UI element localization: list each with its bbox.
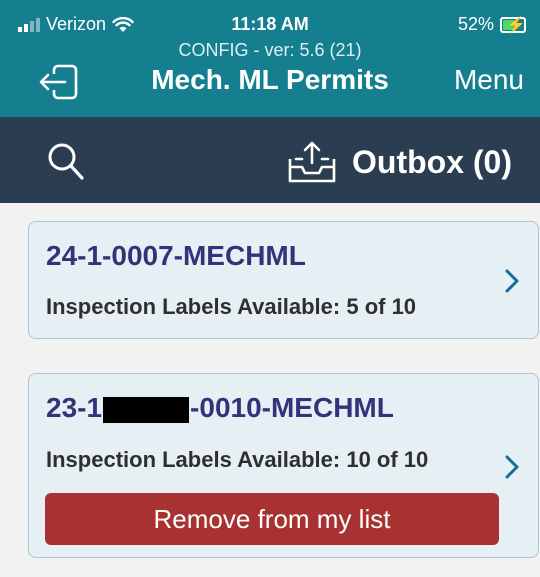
config-version: CONFIG - ver: 5.6 (21) [178, 40, 362, 60]
permit-id: 23-1 -0010-MECHML [46, 392, 394, 424]
permit-id-prefix: 23-1 [46, 392, 103, 423]
remove-from-list-button[interactable]: Remove from my list [45, 493, 499, 545]
outbox-label: Outbox (0) [352, 143, 512, 180]
search-icon[interactable] [44, 139, 88, 183]
redaction-box [103, 396, 190, 423]
battery-group: 52% ⚡ [458, 14, 526, 35]
battery-icon: ⚡ [500, 16, 526, 34]
chevron-right-icon [505, 269, 519, 293]
charging-bolt-icon: ⚡ [506, 16, 526, 34]
outbox-button[interactable]: Outbox (0) [286, 139, 512, 185]
status-bar: Verizon 11:18 AM 52% ⚡ [0, 14, 540, 38]
labels-available: Inspection Labels Available: 10 of 10 [46, 447, 429, 472]
battery-percent: 52% [457, 14, 494, 34]
app-header: Verizon 11:18 AM 52% ⚡ CONFIG - ver: 5.6… [0, 0, 540, 117]
toolbar: Outbox (0) [0, 117, 540, 203]
menu-button[interactable]: Menu [454, 64, 524, 96]
outbox-tray-icon [288, 141, 336, 183]
permit-card[interactable]: 24-1-0007-MECHML Inspection Labels Avail… [28, 221, 539, 339]
chevron-right-icon [505, 455, 519, 479]
permit-id-suffix: -0010-MECHML [190, 392, 394, 423]
labels-available: Inspection Labels Available: 5 of 10 [46, 294, 417, 319]
permit-id: 24-1-0007-MECHML [46, 240, 306, 271]
permit-card[interactable]: 23-1 -0010-MECHML Inspection Labels Avail… [28, 373, 539, 558]
